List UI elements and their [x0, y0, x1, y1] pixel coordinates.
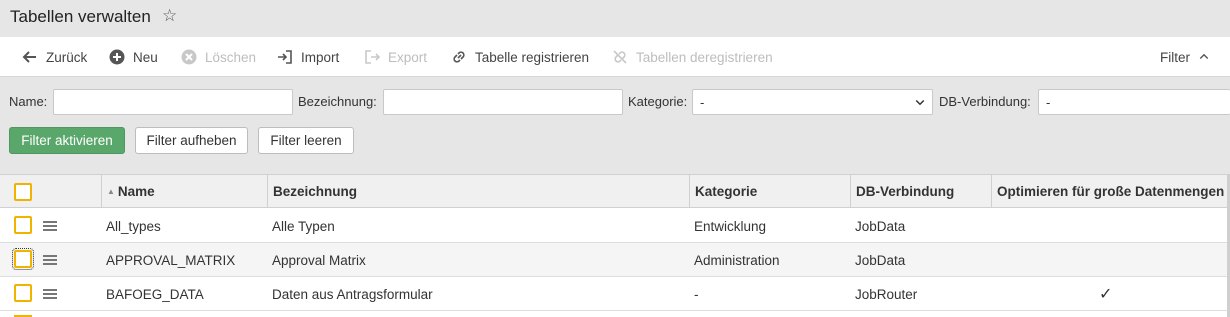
export-icon [365, 50, 380, 64]
cell-db-connection: JobData [855, 252, 906, 268]
table-row[interactable]: BAFOEG_DATA Daten aus Antragsformular - … [0, 277, 1230, 311]
plus-circle-icon [109, 49, 125, 65]
title-bar: Tabellen verwalten ☆ [0, 0, 1230, 37]
cell-bezeichnung: Alle Typen [272, 218, 335, 234]
column-header-db-connection[interactable]: DB-Verbindung [850, 175, 991, 208]
table-row[interactable]: APPROVAL_MATRIX Approval Matrix Administ… [0, 243, 1230, 277]
delete-button[interactable]: Löschen [181, 37, 256, 77]
row-menu-icon[interactable] [43, 221, 57, 231]
db-connection-filter-label: DB-Verbindung: [939, 94, 1031, 109]
new-label: Neu [133, 49, 158, 65]
name-filter-input[interactable] [53, 89, 293, 115]
select-all-checkbox[interactable] [14, 183, 32, 201]
arrow-left-icon [22, 51, 36, 63]
favorite-star-icon[interactable]: ☆ [162, 6, 177, 26]
new-button[interactable]: Neu [109, 37, 158, 77]
grid-header: ▲ Name Bezeichnung Kategorie DB-Verbindu… [0, 175, 1230, 208]
row-checkbox[interactable] [14, 216, 32, 234]
register-table-label: Tabelle registrieren [475, 49, 590, 65]
category-filter-value: - [700, 95, 705, 110]
import-label: Import [301, 49, 340, 65]
name-filter-label: Name: [9, 94, 48, 109]
column-header-optimize[interactable]: Optimieren für große Datenmengen [991, 175, 1227, 208]
export-button[interactable]: Export [364, 37, 427, 77]
chevron-up-icon [1199, 53, 1209, 59]
row-checkbox[interactable] [12, 248, 34, 270]
activate-filter-button[interactable]: Filter aktivieren [9, 127, 125, 154]
unregister-tables-button[interactable]: Tabellen deregistrieren [612, 37, 773, 77]
cell-kategorie: - [694, 286, 699, 302]
category-filter-select[interactable]: - [692, 89, 933, 115]
db-connection-filter-value: - [1046, 95, 1051, 110]
remove-filter-button[interactable]: Filter aufheben [135, 127, 248, 154]
row-checkbox[interactable] [14, 284, 32, 302]
db-connection-filter-select[interactable]: - [1038, 89, 1230, 115]
column-header-bezeichnung[interactable]: Bezeichnung [267, 175, 689, 208]
page-title: Tabellen verwalten [10, 7, 151, 26]
cell-name: APPROVAL_MATRIX [106, 252, 236, 268]
import-icon [278, 50, 292, 64]
cell-bezeichnung: Approval Matrix [272, 252, 366, 268]
clear-filter-button[interactable]: Filter leeren [258, 127, 354, 154]
description-filter-input[interactable] [383, 89, 623, 115]
column-header-name[interactable]: ▲ Name [101, 175, 267, 208]
register-table-button[interactable]: Tabelle registrieren [451, 37, 589, 77]
category-filter-label: Kategorie: [628, 94, 688, 109]
delete-label: Löschen [205, 49, 257, 65]
unregister-tables-label: Tabellen deregistrieren [636, 49, 773, 65]
tables-grid: ▲ Name Bezeichnung Kategorie DB-Verbindu… [0, 174, 1230, 317]
sort-ascending-icon: ▲ [107, 187, 115, 196]
cell-db-connection: JobData [855, 218, 906, 234]
filter-panel: Name: Bezeichnung: Kategorie: - DB-Verbi… [0, 77, 1230, 174]
filter-toggle-label: Filter [1160, 49, 1190, 65]
column-header-kategorie[interactable]: Kategorie [689, 175, 850, 208]
column-header-name-label: Name [117, 184, 155, 199]
row-menu-icon[interactable] [43, 255, 57, 265]
export-label: Export [388, 49, 428, 65]
toolbar: Zurück Neu Löschen Import Export Tabelle… [0, 37, 1230, 77]
import-button[interactable]: Import [277, 37, 339, 77]
row-menu-icon[interactable] [43, 289, 57, 299]
chevron-down-icon [915, 99, 925, 106]
back-button[interactable]: Zurück [22, 37, 87, 77]
link-icon [453, 51, 465, 63]
x-circle-icon [181, 49, 197, 65]
cell-optimize: ✓ [1099, 286, 1113, 303]
description-filter-label: Bezeichnung: [298, 94, 377, 109]
cell-bezeichnung: Daten aus Antragsformular [272, 286, 433, 302]
unlink-icon [613, 50, 627, 64]
cell-kategorie: Entwicklung [694, 218, 767, 234]
table-row[interactable]: All_types Alle Typen Entwicklung JobData [0, 209, 1230, 243]
cell-name: All_types [106, 218, 161, 234]
cell-kategorie: Administration [694, 252, 780, 268]
cell-name: BAFOEG_DATA [106, 286, 204, 302]
filter-toggle-button[interactable]: Filter [1160, 37, 1210, 77]
cell-db-connection: JobRouter [855, 286, 918, 302]
back-label: Zurück [46, 49, 88, 65]
